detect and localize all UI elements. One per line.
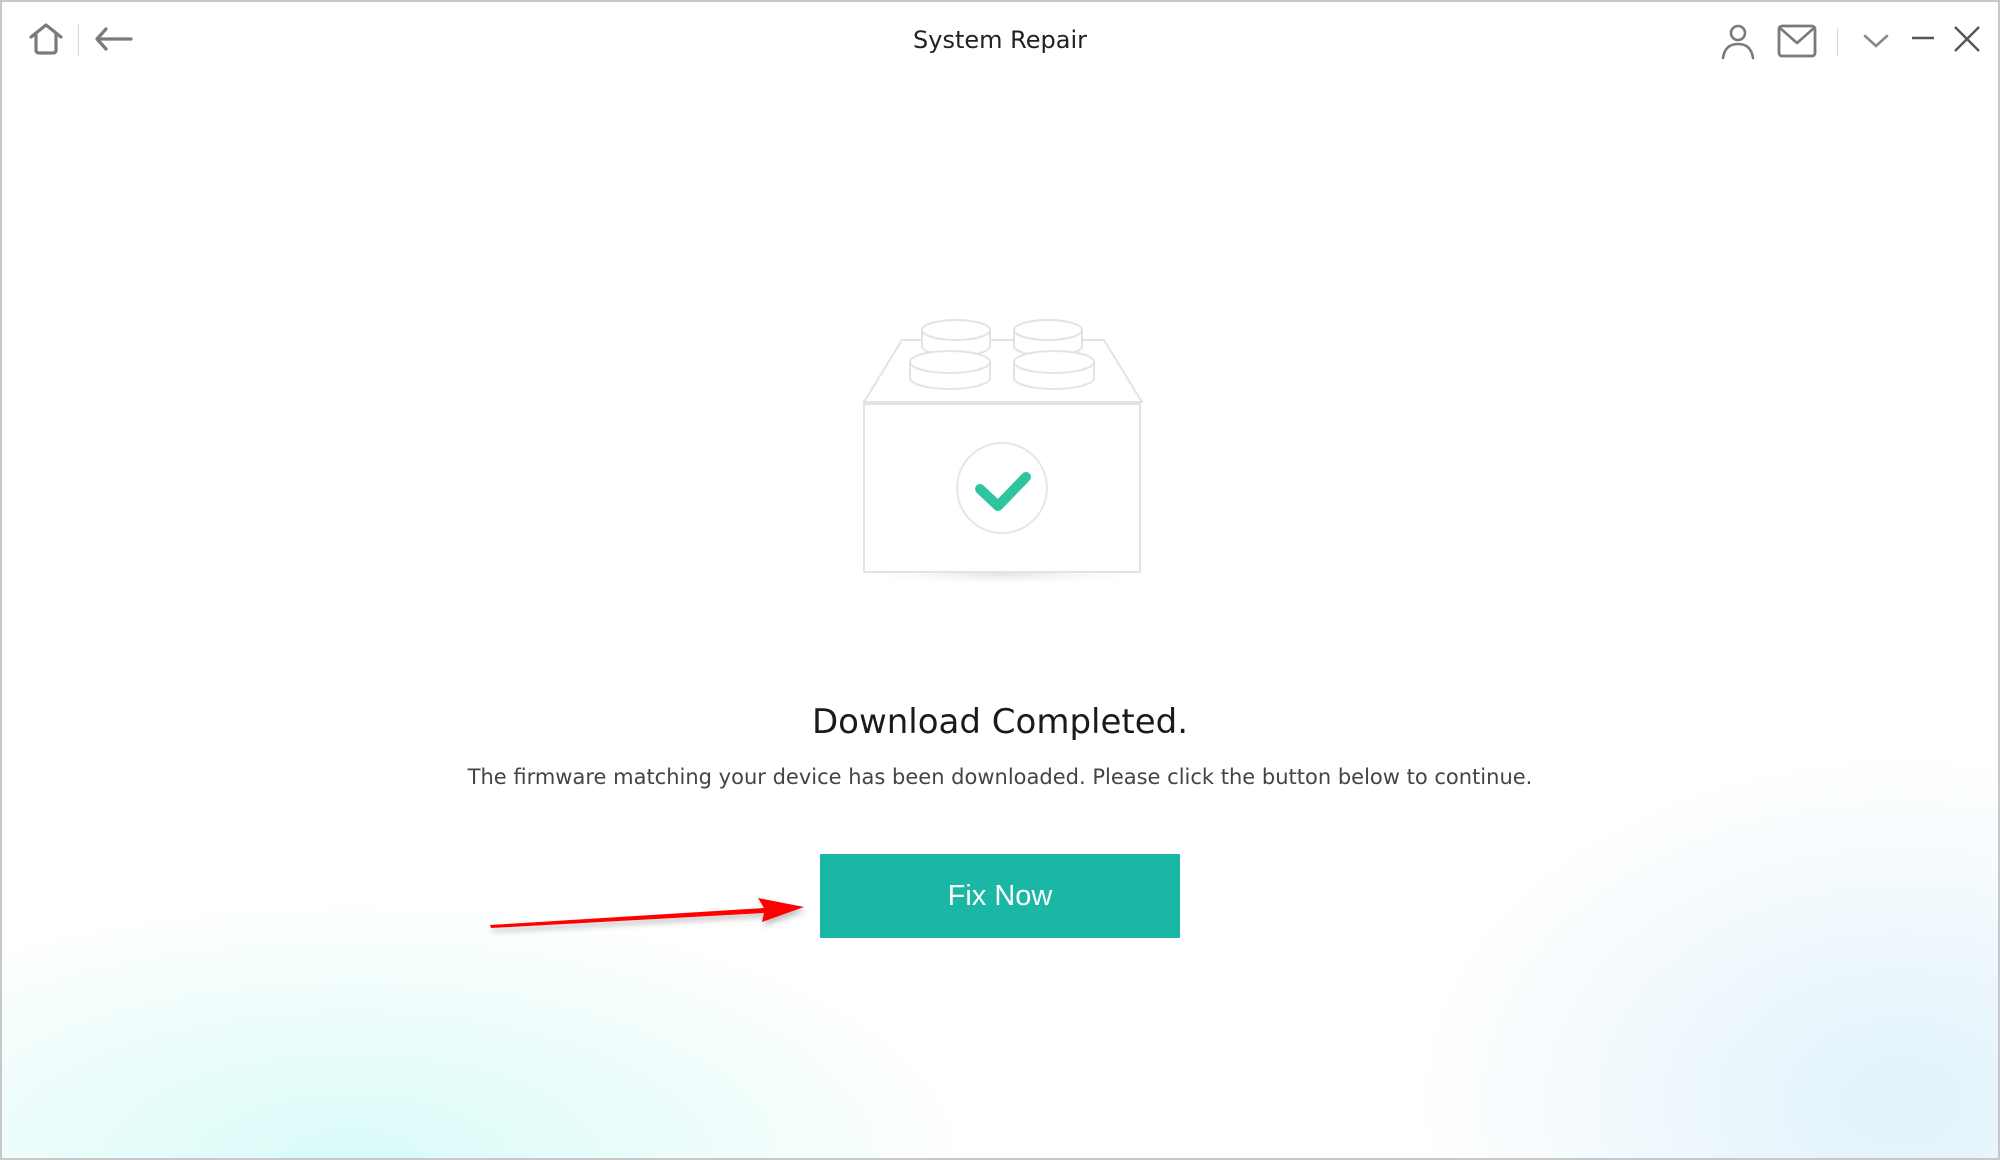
title-divider-right [1837,28,1838,56]
status-description: The firmware matching your device has be… [467,765,1533,789]
chevron-down-icon[interactable] [1862,32,1890,50]
window-title: System Repair [913,26,1087,54]
firmware-block-check-icon [842,312,1162,596]
app-window: System Repair Download Completed. The fi… [2,2,1998,1158]
fix-now-button[interactable]: Fix Now [820,854,1180,938]
minimize-icon[interactable] [1910,26,1936,46]
annotation-arrow [482,882,822,946]
close-icon[interactable] [1952,24,1982,54]
user-icon[interactable] [1720,22,1756,60]
mail-icon[interactable] [1777,24,1817,58]
page-heading: Download Completed. [811,702,1189,742]
